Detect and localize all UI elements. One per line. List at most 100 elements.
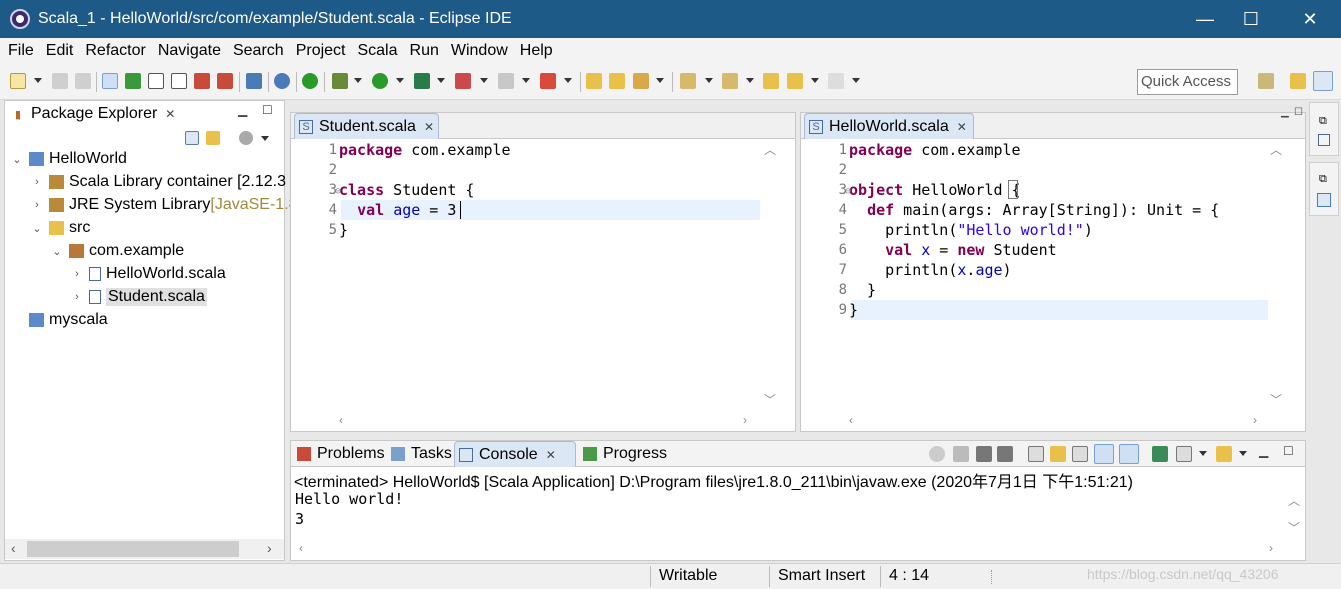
menu-project[interactable]: Project: [290, 42, 352, 60]
tab-tasks[interactable]: Tasks: [387, 441, 452, 467]
menu-navigate[interactable]: Navigate: [152, 42, 227, 60]
resume-icon[interactable]: [302, 73, 318, 89]
clear-console-icon[interactable]: [1028, 446, 1044, 462]
scroll-right-icon[interactable]: ›: [1269, 541, 1273, 557]
menu-search[interactable]: Search: [227, 42, 290, 60]
menu-help[interactable]: Help: [514, 42, 559, 60]
close-button[interactable]: ✕: [1287, 0, 1333, 38]
new-dropdown-icon[interactable]: [34, 78, 42, 83]
open-console-icon[interactable]: [246, 73, 262, 89]
next-annotation-icon[interactable]: [680, 73, 696, 89]
tree-item[interactable]: › HelloWorld.scala: [71, 263, 226, 285]
external-tools-icon[interactable]: [455, 73, 471, 89]
menu-edit[interactable]: Edit: [40, 42, 80, 60]
skip-breakpoints-icon[interactable]: [274, 73, 290, 89]
java-perspective-icon[interactable]: [1290, 73, 1306, 89]
toggle-breadcrumb-icon[interactable]: [125, 73, 141, 89]
scroll-down-icon[interactable]: ﹀: [761, 391, 779, 408]
terminate-icon[interactable]: [953, 446, 969, 462]
debug-icon[interactable]: [332, 73, 348, 89]
collapse-all-icon[interactable]: [185, 131, 199, 145]
launch-dropdown-icon[interactable]: [564, 78, 572, 83]
close-icon[interactable]: ✕: [165, 107, 175, 121]
close-icon[interactable]: ✕: [546, 448, 556, 462]
tree-item[interactable]: › Student.scala: [71, 286, 207, 308]
chevron-down-icon[interactable]: ⌄: [11, 153, 23, 166]
scroll-down-icon[interactable]: ﹀: [1285, 519, 1303, 536]
scroll-thumb[interactable]: [27, 541, 239, 557]
tree-item[interactable]: › Scala Library container [2.12.3: [31, 171, 286, 193]
maximize-view-icon[interactable]: ☐: [1283, 444, 1294, 458]
scala-worksheet-icon[interactable]: [194, 73, 210, 89]
menu-scala[interactable]: Scala: [351, 42, 403, 60]
tree-item[interactable]: ⌄ src: [31, 217, 90, 239]
remove-all-terminated-icon[interactable]: [976, 446, 992, 462]
show-on-error-icon[interactable]: [1119, 444, 1139, 464]
maximize-button[interactable]: ☐: [1228, 0, 1274, 38]
menu-window[interactable]: Window: [445, 42, 514, 60]
show-on-output-icon[interactable]: [1094, 444, 1114, 464]
coverage-icon[interactable]: [414, 73, 430, 89]
close-icon[interactable]: ✕: [957, 120, 967, 134]
scroll-lock-icon[interactable]: [1050, 446, 1066, 462]
new-icon[interactable]: [10, 73, 26, 89]
previous-annotation-dropdown-icon[interactable]: [746, 78, 754, 83]
maximize-view-icon[interactable]: ☐: [1294, 107, 1303, 118]
tree-item[interactable]: myscala: [11, 309, 108, 331]
editor-area-icon[interactable]: [1318, 134, 1330, 146]
tab-progress[interactable]: Progress: [579, 441, 667, 467]
coverage-dropdown-icon[interactable]: [437, 78, 445, 83]
new-scala-class-icon[interactable]: [217, 73, 233, 89]
tab-student-scala[interactable]: S Student.scala ✕: [294, 113, 439, 139]
previous-annotation-icon[interactable]: [722, 73, 738, 89]
open-task-icon[interactable]: [171, 73, 187, 89]
explorer-horizontal-scrollbar[interactable]: ‹ ›: [5, 539, 284, 559]
scroll-up-icon[interactable]: ︿: [1285, 492, 1303, 509]
clear-terminated-icon[interactable]: [997, 446, 1013, 462]
search-dropdown-icon[interactable]: [656, 78, 664, 83]
outline-icon[interactable]: [1317, 193, 1331, 207]
display-console-icon[interactable]: [1176, 446, 1192, 462]
save-icon[interactable]: [52, 73, 68, 89]
open-perspective-icon[interactable]: [1258, 73, 1274, 89]
scroll-right-icon[interactable]: ›: [743, 413, 747, 429]
scroll-left-icon[interactable]: ‹: [339, 413, 343, 429]
tab-helloworld-scala[interactable]: S HelloWorld.scala ✕: [804, 113, 974, 139]
helloworld-code-editor[interactable]: 123456789 package com.example object Hell…: [805, 140, 1268, 408]
search-icon[interactable]: [633, 73, 649, 89]
back-icon[interactable]: [787, 73, 803, 89]
chevron-right-icon[interactable]: ›: [31, 199, 43, 211]
open-type-icon[interactable]: [148, 73, 164, 89]
remove-launch-icon[interactable]: [929, 446, 945, 462]
chevron-right-icon[interactable]: ›: [71, 268, 83, 280]
scroll-right-icon[interactable]: ›: [1253, 413, 1257, 429]
scroll-up-icon[interactable]: ︿: [1267, 141, 1285, 158]
chevron-right-icon[interactable]: ›: [31, 176, 43, 188]
filters-icon[interactable]: [239, 131, 253, 145]
quick-access-field[interactable]: Quick Access: [1137, 69, 1238, 95]
tab-console[interactable]: Console ✕: [454, 441, 576, 467]
debug-dropdown-icon[interactable]: [354, 78, 362, 83]
scroll-up-icon[interactable]: ︿: [761, 141, 779, 158]
display-console-dropdown-icon[interactable]: [1199, 451, 1207, 456]
chevron-right-icon[interactable]: ›: [71, 291, 83, 303]
tab-package-explorer[interactable]: ▮ Package Explorer ✕: [7, 101, 175, 127]
tab-problems[interactable]: Problems: [293, 441, 385, 467]
fold-icon[interactable]: ⊖: [845, 186, 851, 197]
scroll-left-icon[interactable]: ‹: [849, 413, 853, 429]
tree-item[interactable]: › JRE System Library [JavaSE-1.8: [31, 194, 297, 216]
scroll-left-icon[interactable]: ‹: [11, 540, 16, 556]
scroll-left-icon[interactable]: ‹: [299, 541, 303, 557]
open-console-dropdown-icon[interactable]: [1239, 451, 1247, 456]
open-project-icon[interactable]: [586, 73, 602, 89]
toggle-mark-occurrences-icon[interactable]: [102, 73, 118, 89]
pin-console-icon[interactable]: [1152, 446, 1168, 462]
restore-icon[interactable]: ⧉: [1319, 173, 1327, 186]
restore-icon[interactable]: ⧉: [1319, 115, 1327, 128]
next-annotation-dropdown-icon[interactable]: [705, 78, 713, 83]
scala-perspective-icon[interactable]: [1313, 71, 1333, 91]
minimize-view-icon[interactable]: ▁: [238, 103, 247, 117]
minimize-view-icon[interactable]: ▁: [1259, 444, 1268, 458]
chevron-down-icon[interactable]: ⌄: [31, 222, 43, 235]
scroll-right-icon[interactable]: ›: [267, 540, 272, 556]
